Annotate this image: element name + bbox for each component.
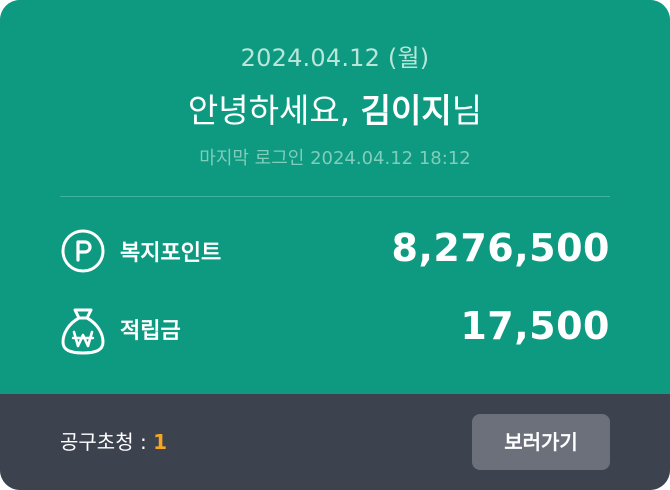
welfare-points-label: 복지포인트 xyxy=(120,241,222,266)
greeting: 안녕하세요, 김이지님 xyxy=(0,84,670,132)
group-invite-count: 1 xyxy=(153,430,167,454)
account-summary-section: 2024.04.12 (월) 안녕하세요, 김이지님 마지막 로그인 2024.… xyxy=(0,0,670,394)
welfare-points-value: 8,276,500 xyxy=(391,226,610,270)
reserve-funds-value: 17,500 xyxy=(460,304,610,348)
greeting-suffix: 님 xyxy=(451,91,483,130)
view-button[interactable]: 보러가기 xyxy=(472,414,610,470)
won-money-bag-icon xyxy=(60,306,106,355)
p-circle-icon xyxy=(60,228,106,274)
welfare-summary-card: 2024.04.12 (월) 안녕하세요, 김이지님 마지막 로그인 2024.… xyxy=(0,0,670,490)
last-login: 마지막 로그인 2024.04.12 18:12 xyxy=(199,148,471,169)
reserve-funds-label: 적립금 xyxy=(120,319,181,344)
group-purchase-footer: 공구초청 : 1 보러가기 xyxy=(0,394,670,490)
reserve-funds-row: 적립금 17,500 xyxy=(60,304,610,355)
user-name: 김이지 xyxy=(360,91,452,130)
group-invite-label: 공구초청 : xyxy=(60,430,154,454)
divider xyxy=(60,196,610,197)
current-date: 2024.04.12 (월) xyxy=(240,44,430,72)
group-invite: 공구초청 : 1 xyxy=(60,426,167,455)
welfare-points-row: 복지포인트 8,276,500 xyxy=(60,226,610,276)
greeting-prefix: 안녕하세요, xyxy=(187,91,361,130)
